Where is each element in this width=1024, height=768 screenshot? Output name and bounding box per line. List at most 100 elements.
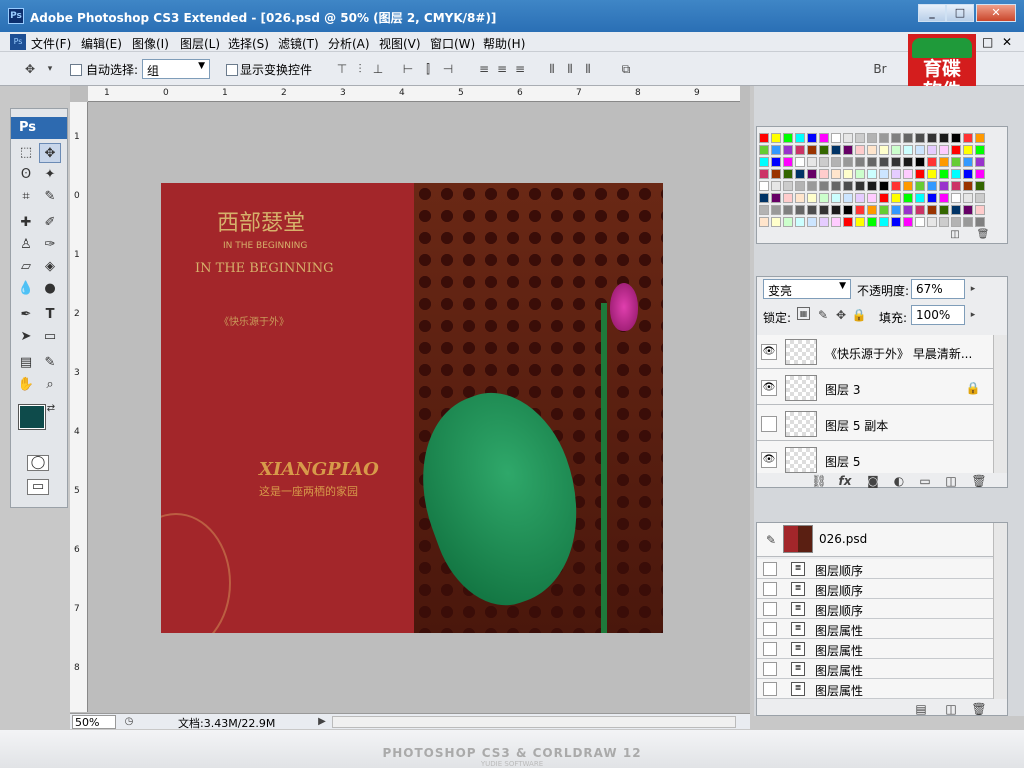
status-menu-icon[interactable]: ◷ xyxy=(122,714,136,728)
swatch[interactable] xyxy=(963,145,973,155)
history-checkbox[interactable] xyxy=(763,682,777,696)
swatch[interactable] xyxy=(927,169,937,179)
trash-icon[interactable]: 🗑 xyxy=(975,227,991,243)
magic-wand-icon[interactable]: ✦ xyxy=(39,165,61,185)
swatch[interactable] xyxy=(975,193,985,203)
swatch[interactable] xyxy=(855,157,865,167)
swatch[interactable] xyxy=(783,217,793,227)
type-tool-icon[interactable]: T xyxy=(39,305,61,325)
brush-tool-icon[interactable]: ✐ xyxy=(39,213,61,233)
swatch[interactable] xyxy=(759,181,769,191)
swatch[interactable] xyxy=(867,133,877,143)
opacity-input[interactable]: 67% xyxy=(911,279,965,299)
swatch[interactable] xyxy=(843,133,853,143)
history-step[interactable]: ≣ 图层属性 xyxy=(757,679,993,699)
swatch[interactable] xyxy=(783,193,793,203)
swatch[interactable] xyxy=(783,181,793,191)
swatch[interactable] xyxy=(795,181,805,191)
minimize-button[interactable]: _ xyxy=(918,4,946,22)
swatch[interactable] xyxy=(759,193,769,203)
swatch[interactable] xyxy=(939,169,949,179)
delete-history-icon[interactable]: 🗑 xyxy=(971,701,987,717)
fill-arrow-icon[interactable]: ▸ xyxy=(965,307,981,323)
swatch[interactable] xyxy=(975,205,985,215)
menu-edit[interactable]: 编辑(E) xyxy=(81,35,122,52)
history-checkbox[interactable] xyxy=(763,622,777,636)
snapshot-icon[interactable]: ◫ xyxy=(943,701,959,717)
swatch[interactable] xyxy=(963,169,973,179)
horizontal-scrollbar[interactable] xyxy=(332,716,736,728)
zoom-field[interactable]: 50% xyxy=(72,715,116,729)
swap-colors-icon[interactable]: ⇄ xyxy=(45,399,57,419)
swatch[interactable] xyxy=(855,145,865,155)
history-snapshot[interactable]: ✎ 026.psd xyxy=(757,523,993,557)
auto-align-icon[interactable]: ⧉ xyxy=(618,61,634,77)
history-step[interactable]: ≣ 图层顺序 xyxy=(757,579,993,599)
swatch[interactable] xyxy=(903,205,913,215)
swatch[interactable] xyxy=(807,181,817,191)
move-tool-icon[interactable]: ✥ xyxy=(39,143,61,163)
swatch[interactable] xyxy=(831,193,841,203)
swatch[interactable] xyxy=(867,169,877,179)
swatch[interactable] xyxy=(915,145,925,155)
swatch[interactable] xyxy=(795,217,805,227)
swatch[interactable] xyxy=(915,205,925,215)
menu-layer[interactable]: 图层(L) xyxy=(180,35,220,52)
swatch[interactable] xyxy=(975,157,985,167)
lock-move-icon[interactable]: ✥ xyxy=(833,307,849,323)
new-swatch-icon[interactable]: ◫ xyxy=(947,227,963,243)
delete-layer-icon[interactable]: 🗑 xyxy=(971,473,987,489)
distribute-bottom-icon[interactable]: ≡ xyxy=(512,61,528,77)
swatch[interactable] xyxy=(903,181,913,191)
swatch[interactable] xyxy=(819,133,829,143)
layer-row[interactable]: 👁 图层 5 xyxy=(757,443,993,473)
screen-mode-icon[interactable]: ▭ xyxy=(27,479,49,495)
swatch[interactable] xyxy=(879,145,889,155)
swatch[interactable] xyxy=(819,169,829,179)
swatch[interactable] xyxy=(951,133,961,143)
distribute-vcenter-icon[interactable]: ≡ xyxy=(494,61,510,77)
swatch[interactable] xyxy=(903,217,913,227)
swatch[interactable] xyxy=(951,145,961,155)
swatch[interactable] xyxy=(903,145,913,155)
history-checkbox[interactable] xyxy=(763,562,777,576)
quick-mask-icon[interactable]: ◯ xyxy=(27,455,49,471)
swatch[interactable] xyxy=(795,169,805,179)
swatch[interactable] xyxy=(795,145,805,155)
swatch[interactable] xyxy=(855,193,865,203)
distribute-top-icon[interactable]: ≡ xyxy=(476,61,492,77)
opacity-arrow-icon[interactable]: ▸ xyxy=(965,281,981,297)
menu-analysis[interactable]: 分析(A) xyxy=(328,35,370,52)
close-button[interactable]: ✕ xyxy=(976,4,1016,22)
swatch[interactable] xyxy=(783,169,793,179)
swatch[interactable] xyxy=(879,169,889,179)
slice-tool-icon[interactable]: ✎ xyxy=(39,187,61,207)
swatch[interactable] xyxy=(975,217,985,227)
swatch[interactable] xyxy=(963,205,973,215)
swatch[interactable] xyxy=(771,193,781,203)
swatch[interactable] xyxy=(879,217,889,227)
swatch[interactable] xyxy=(819,217,829,227)
swatch[interactable] xyxy=(807,145,817,155)
swatch[interactable] xyxy=(951,169,961,179)
swatch[interactable] xyxy=(759,157,769,167)
swatch[interactable] xyxy=(891,169,901,179)
swatch[interactable] xyxy=(939,205,949,215)
swatch[interactable] xyxy=(831,145,841,155)
swatch[interactable] xyxy=(819,145,829,155)
history-checkbox[interactable] xyxy=(763,642,777,656)
swatch[interactable] xyxy=(963,133,973,143)
history-brush-source-icon[interactable]: ✎ xyxy=(763,532,779,548)
distribute-right-icon[interactable]: ⦀ xyxy=(580,61,596,77)
history-step[interactable]: ≣ 图层顺序 xyxy=(757,599,993,619)
swatch[interactable] xyxy=(843,193,853,203)
maximize-button[interactable]: □ xyxy=(946,4,974,22)
chevron-down-icon[interactable]: ▾ xyxy=(42,61,58,77)
swatch[interactable] xyxy=(759,217,769,227)
swatch[interactable] xyxy=(927,145,937,155)
swatch[interactable] xyxy=(927,181,937,191)
swatch[interactable] xyxy=(855,205,865,215)
swatch[interactable] xyxy=(831,133,841,143)
swatch[interactable] xyxy=(807,169,817,179)
layer-row[interactable]: 👁 《快乐源于外》 早晨清新... xyxy=(757,335,993,369)
